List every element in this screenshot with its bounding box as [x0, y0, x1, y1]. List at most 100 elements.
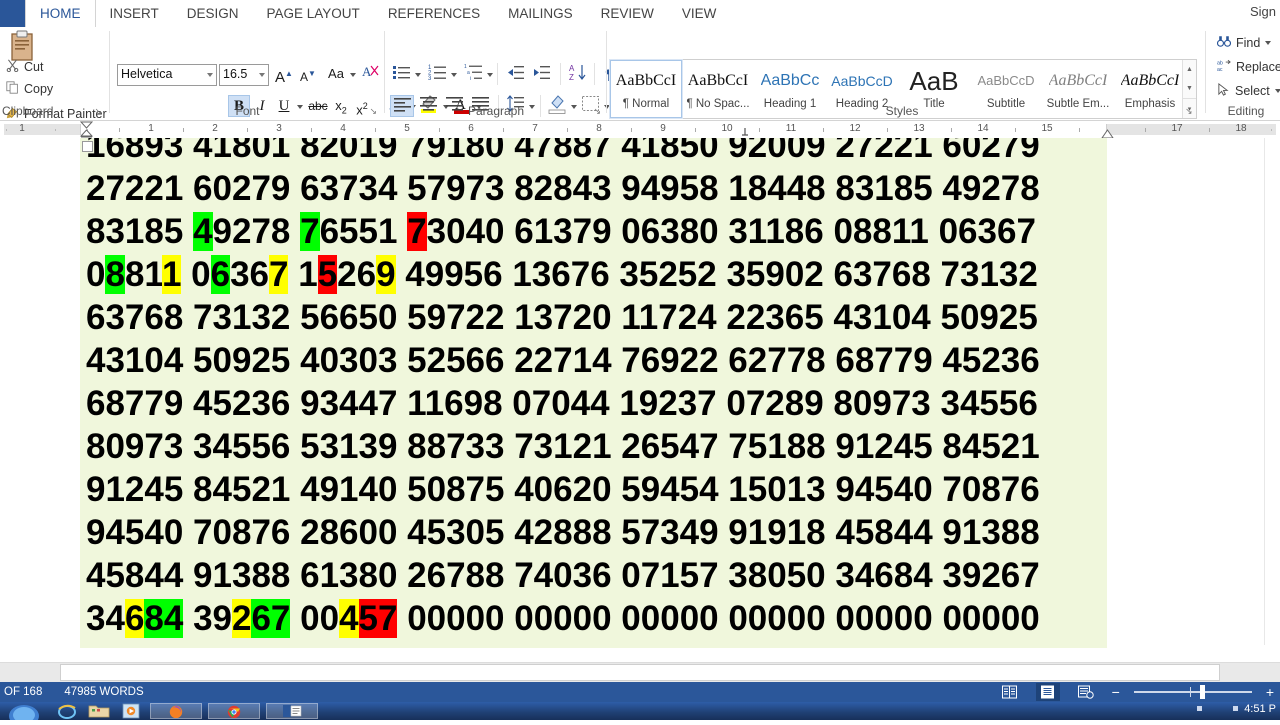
- taskbar-window-word[interactable]: [266, 703, 318, 719]
- change-case-button[interactable]: Aa: [323, 63, 349, 85]
- document-line[interactable]: 16893 41801 82019 79180 47887 41850 9200…: [80, 138, 1107, 167]
- document-line[interactable]: 27221 60279 63734 57973 82843 94958 1844…: [80, 167, 1107, 210]
- find-label: Find: [1236, 35, 1261, 50]
- tab-review[interactable]: REVIEW: [587, 0, 668, 27]
- shrink-font-button[interactable]: A▼: [297, 63, 319, 85]
- find-arrow[interactable]: [1265, 40, 1272, 45]
- change-case-arrow[interactable]: [350, 73, 356, 77]
- zoom-in-button[interactable]: +: [1266, 684, 1274, 700]
- font-dialog-launcher[interactable]: ↘: [369, 106, 377, 117]
- svg-text:ab: ab: [1217, 61, 1223, 67]
- svg-text:Z: Z: [569, 73, 574, 82]
- tab-home[interactable]: HOME: [25, 0, 96, 27]
- tab-references[interactable]: REFERENCES: [374, 0, 494, 27]
- document-line[interactable]: 83185 49278 76551 73040 61379 06380 3118…: [80, 210, 1107, 253]
- styles-dialog-launcher[interactable]: ↘: [1185, 106, 1193, 117]
- page-indicator[interactable]: OF 168: [4, 686, 42, 698]
- horizontal-scroll-thumb[interactable]: [60, 664, 1220, 681]
- cut-button[interactable]: Cut: [6, 59, 43, 75]
- document-line[interactable]: 68779 45236 93447 11698 07044 19237 0728…: [80, 382, 1107, 425]
- taskbar-window-chrome[interactable]: [208, 703, 260, 719]
- file-explorer-icon: [88, 705, 110, 718]
- copy-button[interactable]: Copy: [6, 81, 53, 97]
- multilevel-arrow[interactable]: [487, 73, 493, 77]
- multilevel-list-button[interactable]: 1ai: [462, 63, 484, 85]
- sort-button[interactable]: AZ: [566, 63, 588, 85]
- style-preview-title: AaB: [909, 68, 959, 94]
- start-button[interactable]: [0, 702, 48, 725]
- clipboard-dialog-launcher[interactable]: ↘: [94, 106, 102, 117]
- clear-formatting-button[interactable]: A: [360, 63, 382, 85]
- tab-page-layout[interactable]: PAGE LAYOUT: [253, 0, 374, 27]
- tray-square-2: [1233, 706, 1238, 711]
- zoom-slider-handle[interactable]: [1199, 685, 1205, 699]
- grow-font-button[interactable]: A▲: [273, 63, 295, 86]
- tab-view[interactable]: VIEW: [668, 0, 731, 27]
- taskbar-clock[interactable]: 4:51 P: [1244, 703, 1276, 715]
- font-size-dropdown-arrow[interactable]: [259, 73, 265, 77]
- print-layout-button[interactable]: [1035, 683, 1060, 701]
- select-arrow[interactable]: [1274, 88, 1280, 93]
- taskbar-media-player[interactable]: [118, 703, 144, 719]
- font-name-dropdown-arrow[interactable]: [207, 73, 213, 77]
- tab-stop-marker[interactable]: [740, 124, 750, 136]
- ribbon-group-font: Helvetica 16.5 A▲ A▼ Aa A B I U abc x2 x…: [110, 27, 482, 120]
- font-name-box[interactable]: Helvetica: [117, 64, 217, 86]
- taskbar-internet-explorer[interactable]: [54, 703, 80, 719]
- zoom-slider[interactable]: [1133, 685, 1252, 699]
- select-button[interactable]: Select: [1217, 82, 1280, 99]
- ruler-num-12: 12: [849, 123, 861, 134]
- document-line[interactable]: 45844 91388 61380 26788 74036 07157 3805…: [80, 554, 1107, 597]
- web-layout-button[interactable]: [1074, 683, 1098, 701]
- bullets-button[interactable]: [390, 63, 412, 85]
- replace-button[interactable]: ab ac Replace: [1217, 59, 1280, 75]
- ruler-num-18: 18: [1235, 123, 1247, 134]
- group-label-font: Font: [235, 104, 260, 118]
- select-label: Select: [1235, 83, 1270, 98]
- word-count[interactable]: 47985 WORDS: [64, 686, 143, 698]
- numbering-button[interactable]: 123: [426, 63, 448, 85]
- paragraph-dialog-launcher[interactable]: ↘: [593, 106, 601, 117]
- ruler-num-6: 6: [468, 123, 474, 134]
- window-firefox-icon: [169, 705, 183, 718]
- styles-scroll-down-button[interactable]: ▼: [1183, 79, 1196, 98]
- taskbar-file-explorer[interactable]: [86, 703, 112, 719]
- font-size-box[interactable]: 16.5: [219, 64, 269, 86]
- ruler-num-10: 10: [721, 123, 733, 134]
- styles-scroll-up-button[interactable]: ▲: [1183, 60, 1196, 79]
- copy-icon: [6, 81, 19, 97]
- tab-design[interactable]: DESIGN: [173, 0, 253, 27]
- document-line[interactable]: 34684 39267 00457 00000 00000 00000 0000…: [80, 597, 1107, 640]
- taskbar-window-firefox[interactable]: [150, 703, 202, 719]
- document-line[interactable]: 08811 06367 15269 49956 13676 35252 3590…: [80, 253, 1107, 296]
- highlighted-run-yellow: 1: [161, 255, 182, 294]
- zoom-out-button[interactable]: −: [1112, 684, 1120, 700]
- document-canvas[interactable]: 16893 41801 82019 79180 47887 41850 9200…: [0, 138, 1280, 662]
- tab-mailings[interactable]: MAILINGS: [494, 0, 587, 27]
- read-mode-button[interactable]: [998, 683, 1022, 701]
- document-line[interactable]: 80973 34556 53139 88733 73121 26547 7518…: [80, 425, 1107, 468]
- decrease-indent-button[interactable]: [504, 63, 526, 85]
- highlighted-run-yellow: 6: [124, 599, 145, 638]
- document-page[interactable]: 16893 41801 82019 79180 47887 41850 9200…: [80, 138, 1107, 648]
- increase-indent-button[interactable]: [530, 63, 552, 85]
- vertical-scrollbar[interactable]: [1264, 138, 1280, 645]
- highlighted-run-yellow: 4: [339, 599, 359, 638]
- para-sep-c: [594, 63, 595, 85]
- group-label-styles: Styles: [885, 104, 919, 118]
- document-line[interactable]: 43104 50925 40303 52566 22714 76922 6277…: [80, 339, 1107, 382]
- document-line[interactable]: 63768 73132 56650 59722 13720 11724 2236…: [80, 296, 1107, 339]
- document-line[interactable]: 91245 84521 49140 50875 40620 59454 1501…: [80, 468, 1107, 511]
- find-button[interactable]: Find: [1216, 35, 1272, 51]
- horizontal-ruler[interactable]: 1 1 2 3 4 5 6 7 8 9 10 11 12 13 14 15 17…: [0, 121, 1280, 139]
- horizontal-scrollbar[interactable]: [0, 662, 1280, 683]
- cursor-select-icon: [1217, 82, 1230, 99]
- numbering-arrow[interactable]: [451, 73, 457, 77]
- bullets-arrow[interactable]: [415, 73, 421, 77]
- sign-in-link[interactable]: Sign: [1250, 4, 1276, 19]
- file-tab-corner[interactable]: [0, 0, 25, 27]
- para-sep-b: [560, 63, 561, 85]
- document-line[interactable]: 94540 70876 28600 45305 42888 57349 9191…: [80, 511, 1107, 554]
- tab-insert[interactable]: INSERT: [96, 0, 173, 27]
- text-run: 0: [86, 255, 106, 294]
